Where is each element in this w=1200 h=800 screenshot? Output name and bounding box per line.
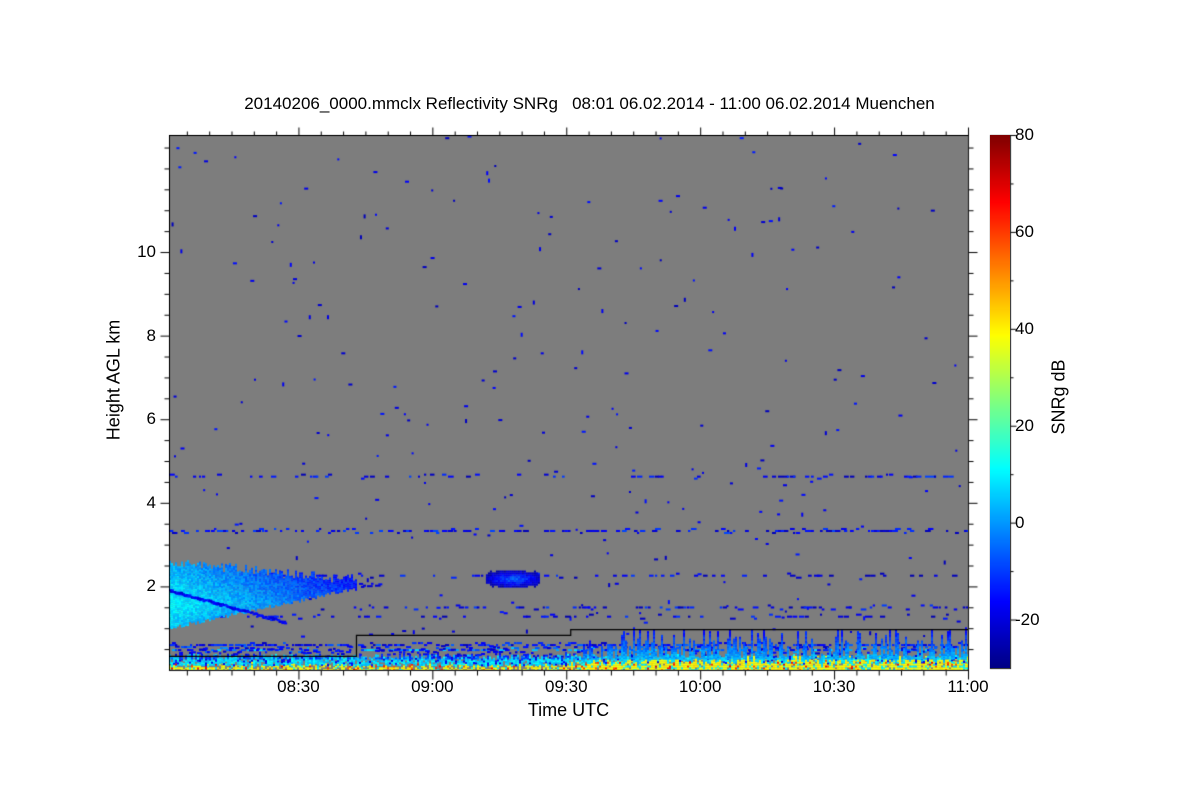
x-tick-label: 10:30 [812,677,856,696]
y-tick-label: 2 [146,576,156,596]
x-tick-label: 09:00 [411,677,454,696]
radar-time-height-figure: 20140206_0000.mmclx Reflectivity SNRg 08… [0,0,1200,800]
colorbar-tick-label: -20 [1015,609,1040,629]
x-tick-label: 09:30 [544,677,588,696]
x-tick-label: 11:00 [947,677,989,696]
y-tick-label: 8 [146,325,156,345]
y-tick-label: 4 [146,492,156,512]
y-tick-label: 6 [146,409,156,429]
plot-title: 20140206_0000.mmclx Reflectivity SNRg 08… [244,94,935,113]
y-tick-label: 10 [137,242,156,262]
x-axis-title: Time UTC [527,700,610,720]
heatmap-canvas [169,135,968,670]
colorbar-title: SNRg dB [1048,359,1069,435]
x-tick-label: 08:30 [277,677,320,696]
colorbar-tick-label: 60 [1015,221,1034,241]
colorbar-tick-label: 40 [1015,318,1034,338]
colorbar-gradient [990,135,1010,668]
colorbar-tick-label: 80 [1015,125,1034,144]
x-tick-label: 10:00 [678,677,722,696]
colorbar-tick-label: 0 [1015,512,1025,532]
